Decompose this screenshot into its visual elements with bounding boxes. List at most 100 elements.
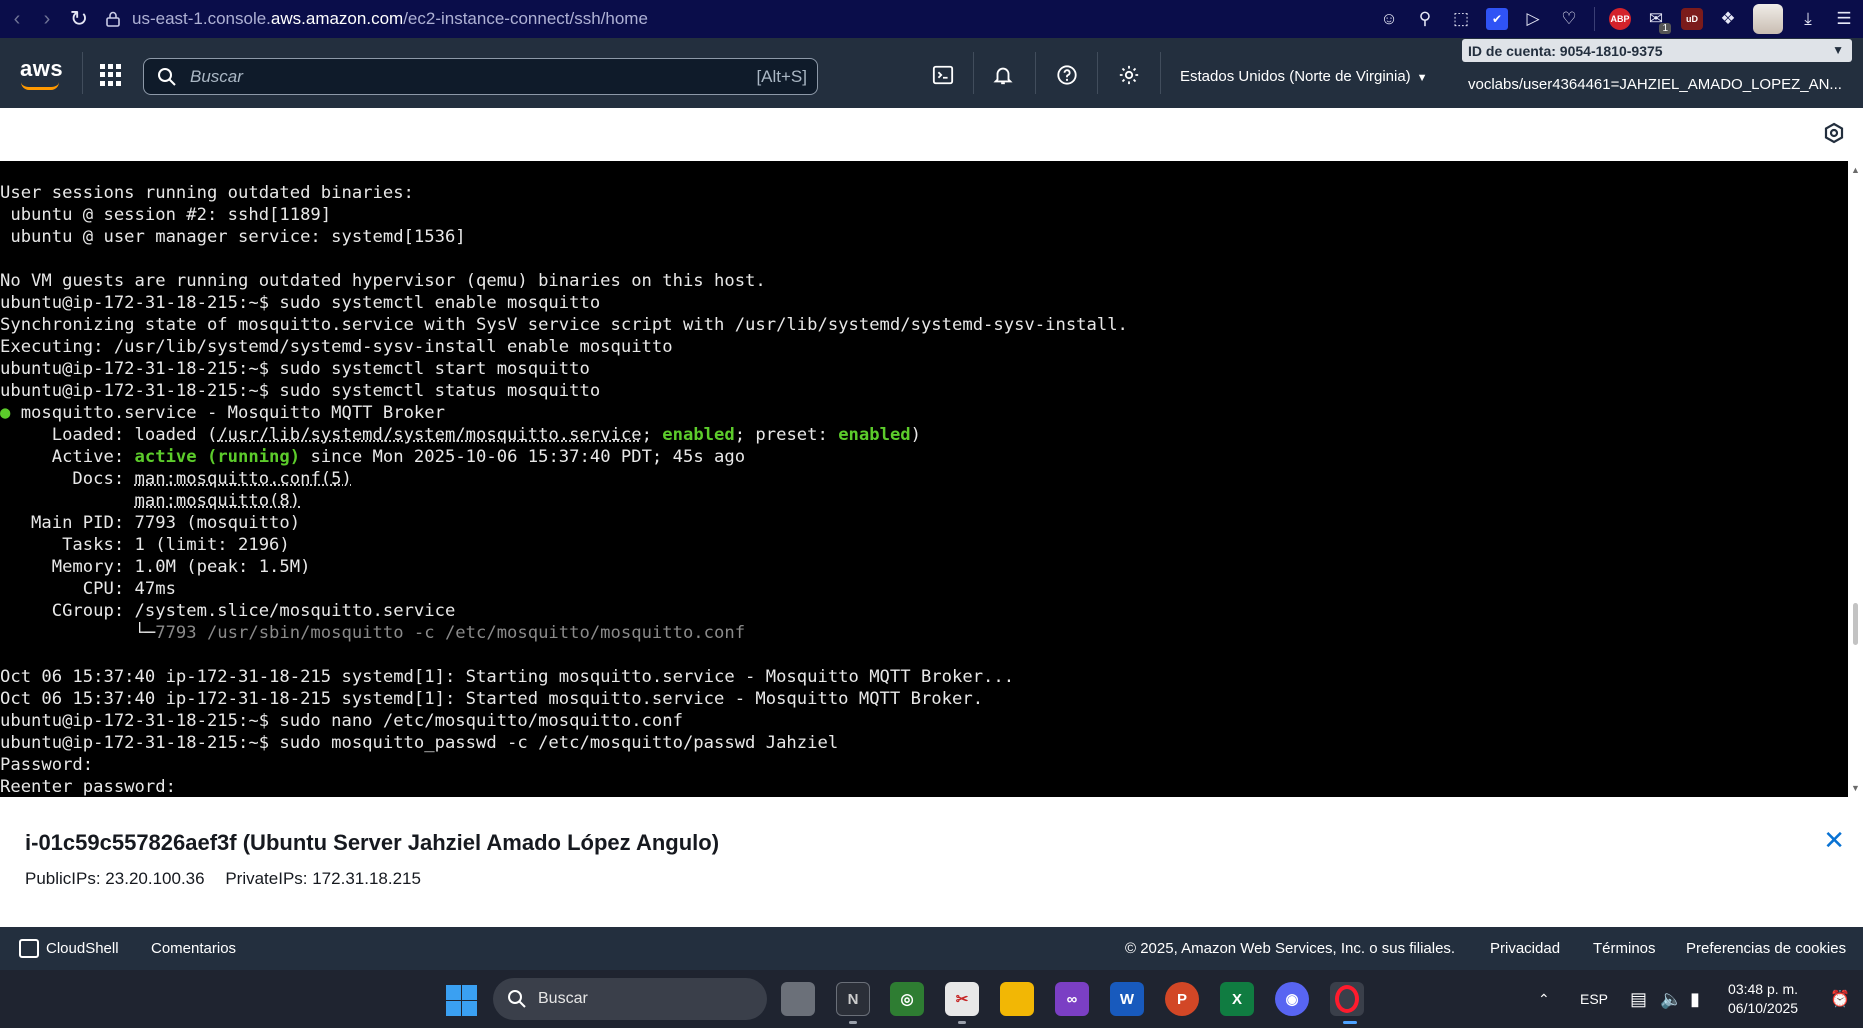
taskbar-search[interactable]: Buscar xyxy=(493,978,767,1020)
powerpoint-icon[interactable]: P xyxy=(1165,982,1199,1016)
forward-icon[interactable]: › xyxy=(34,6,60,32)
opera-gx-icon[interactable] xyxy=(1330,982,1364,1016)
docs-link[interactable]: man:mosquitto.conf(5) xyxy=(135,469,352,489)
cgroup-process: 7793 /usr/sbin/mosquitto -c /etc/mosquit… xyxy=(155,623,746,643)
terminal-line: Synchronizing state of mosquitto.service… xyxy=(0,315,1128,335)
region-selector[interactable]: Estados Unidos (Norte de Virginia) ▼ xyxy=(1180,68,1428,85)
terminal-line: Tasks: 1 (limit: 2196) xyxy=(0,535,290,555)
public-ips: PublicIPs: 23.20.100.36 xyxy=(25,869,205,888)
terminal-line: ubuntu @ user manager service: systemd[1… xyxy=(0,227,466,247)
active-indicator xyxy=(1343,1021,1357,1024)
vpn-shield-icon[interactable]: ✔ xyxy=(1486,8,1508,30)
scrollbar-thumb[interactable] xyxy=(1853,603,1858,645)
notification-extension-icon[interactable]: ✉ 1 xyxy=(1645,8,1671,34)
ublock-label: uD xyxy=(1686,14,1698,24)
instance-title: i-01c59c557826aef3f (Ubuntu Server Jahzi… xyxy=(25,830,720,855)
help-icon[interactable] xyxy=(1054,62,1080,88)
ublock-icon[interactable]: uD xyxy=(1681,8,1703,30)
settings-hex-icon[interactable] xyxy=(1823,122,1845,144)
nvidia-icon[interactable]: ◎ xyxy=(890,982,924,1016)
system-clock[interactable]: 03:48 p. m. 06/10/2025 xyxy=(1728,980,1798,1018)
back-icon[interactable]: ‹ xyxy=(4,6,30,32)
menu-icon[interactable]: ☰ xyxy=(1833,8,1855,30)
running-indicator xyxy=(849,1021,857,1024)
browser-toolbar: ‹ › ↻ us-east-1.console. aws.amazon.com/e… xyxy=(0,0,1863,38)
terms-link[interactable]: Términos xyxy=(1593,940,1656,957)
terminal-line: Main PID: 7793 (mosquitto) xyxy=(0,513,301,533)
aws-logo[interactable]: aws xyxy=(20,56,63,82)
docs-link[interactable]: man:mosquitto(8) xyxy=(135,491,301,511)
emoji-icon[interactable]: ☺ xyxy=(1378,8,1400,30)
pin-icon[interactable]: ⚲ xyxy=(1414,8,1436,30)
language-indicator[interactable]: ESP xyxy=(1580,970,1608,1028)
cookie-preferences-link[interactable]: Preferencias de cookies xyxy=(1686,940,1846,957)
address-bar[interactable]: us-east-1.console. aws.amazon.com/ec2-ins… xyxy=(106,9,648,29)
scroll-up-icon[interactable]: ▲ xyxy=(1851,165,1860,175)
cloudshell-icon[interactable] xyxy=(930,62,956,88)
terminal-scrollbar[interactable]: ▲ ▼ xyxy=(1848,161,1863,797)
gear-icon[interactable] xyxy=(1116,62,1142,88)
search-input[interactable]: Buscar [Alt+S] xyxy=(143,58,818,95)
copyright: © 2025, Amazon Web Services, Inc. o sus … xyxy=(1125,940,1456,957)
url-path: /ec2-instance-connect/ssh/home xyxy=(403,9,648,28)
file-explorer-icon[interactable] xyxy=(1000,982,1034,1016)
close-icon[interactable]: ✕ xyxy=(1823,825,1845,856)
preset-status: enabled xyxy=(838,425,911,445)
visual-studio-icon[interactable]: ∞ xyxy=(1055,982,1089,1016)
scroll-down-icon[interactable]: ▼ xyxy=(1851,783,1860,793)
active-since: since Mon 2025-10-06 15:37:40 PDT; 45s a… xyxy=(300,447,746,467)
nav-divider xyxy=(973,52,974,94)
opera-ring xyxy=(1335,985,1359,1013)
nav-divider xyxy=(82,52,83,94)
active-status: active (running) xyxy=(134,447,301,467)
terminal-line: User sessions running outdated binaries: xyxy=(0,183,414,203)
battery-icon[interactable]: ▮ xyxy=(1690,970,1700,1028)
show-hidden-icons-icon[interactable]: ⌃ xyxy=(1538,970,1550,1028)
snapshot-icon[interactable]: ⬚ xyxy=(1450,8,1472,30)
status-bullet: ● xyxy=(0,403,11,423)
download-icon[interactable]: ⤓ xyxy=(1797,8,1819,30)
extensions-bar: ☺ ⚲ ⬚ ✔ ▷ ♡ ABP ✉ 1 uD ❖ ⤓ ☰ xyxy=(1378,4,1855,34)
discord-icon[interactable]: ◉ xyxy=(1275,982,1309,1016)
cloudshell-link[interactable]: CloudShell xyxy=(46,940,119,957)
ssh-terminal[interactable]: User sessions running outdated binaries:… xyxy=(0,161,1848,797)
network-icon[interactable]: ▤ xyxy=(1630,970,1647,1028)
search-icon xyxy=(508,990,526,1008)
volume-muted-icon[interactable]: 🔈 xyxy=(1660,970,1682,1028)
preset-label: ; preset: xyxy=(734,425,839,445)
search-placeholder: Buscar xyxy=(190,67,243,86)
reload-icon[interactable]: ↻ xyxy=(66,6,92,32)
windows-start-icon[interactable] xyxy=(446,985,477,1016)
adblock-plus-icon[interactable]: ABP xyxy=(1609,8,1631,30)
player-icon[interactable]: ▷ xyxy=(1522,8,1544,30)
console-footer: CloudShell Comentarios © 2025, Amazon We… xyxy=(0,927,1863,970)
excel-icon[interactable]: X xyxy=(1220,982,1254,1016)
services-grid-icon[interactable] xyxy=(100,64,122,86)
terminal-line: Oct 06 15:37:40 ip-172-31-18-215 systemd… xyxy=(0,689,984,709)
profile-avatar[interactable] xyxy=(1753,4,1783,34)
bell-icon[interactable] xyxy=(990,62,1016,88)
docs-indent xyxy=(0,491,135,511)
task-view-icon[interactable] xyxy=(781,982,815,1016)
caret-down-icon: ▼ xyxy=(1416,72,1428,84)
terminal-line: CPU: 47ms xyxy=(0,579,176,599)
snipping-tool-icon[interactable]: ✂ xyxy=(945,982,979,1016)
aws-console-nav: aws Buscar [Alt+S] Estados Unidos (Norte… xyxy=(0,38,1863,108)
extensions-puzzle-icon[interactable]: ❖ xyxy=(1717,8,1739,30)
account-menu[interactable]: ID de cuenta: 9054-1810-9375 ▼ xyxy=(1462,39,1852,62)
heart-icon[interactable]: ♡ xyxy=(1558,8,1580,30)
toolbar-divider xyxy=(1594,7,1595,31)
notifications-icon[interactable]: ⏰ xyxy=(1830,970,1850,1028)
user-identity[interactable]: voclabs/user4364461=JAHZIEL_AMADO_LOPEZ_… xyxy=(1468,76,1842,93)
notion-icon[interactable]: N xyxy=(836,982,870,1016)
powerpoint-letter: P xyxy=(1176,990,1187,1008)
abp-label: ABP xyxy=(1610,14,1630,24)
service-status-line: ● mosquitto.service - Mosquitto MQTT Bro… xyxy=(0,402,445,424)
taskbar-search-label: Buscar xyxy=(538,990,588,1007)
privacy-link[interactable]: Privacidad xyxy=(1490,940,1560,957)
word-icon[interactable]: W xyxy=(1110,982,1144,1016)
cgroup-tree: └─ xyxy=(0,623,156,643)
terminal-line: ubuntu@ip-172-31-18-215:~$ sudo mosquitt… xyxy=(0,733,839,753)
cloudshell-footer-icon[interactable] xyxy=(19,939,39,958)
feedback-link[interactable]: Comentarios xyxy=(151,940,236,957)
